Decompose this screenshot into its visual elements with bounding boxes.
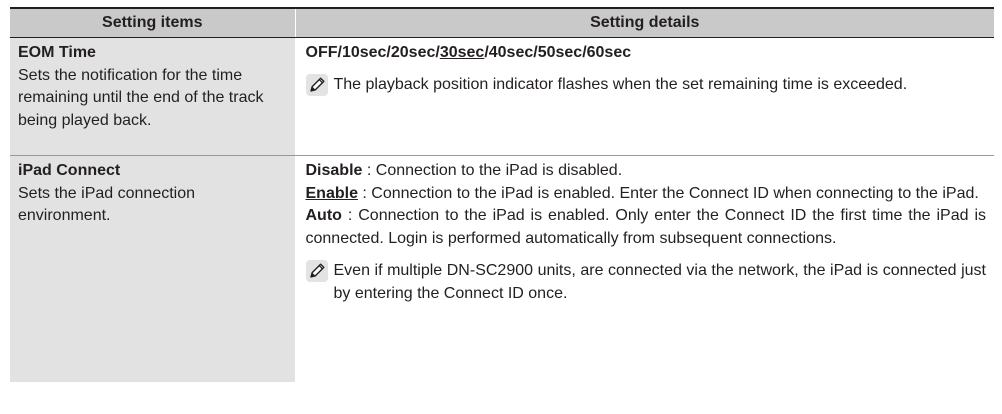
note: The playback position indicator flashes … — [305, 73, 987, 97]
default-option: 30sec — [439, 44, 485, 61]
table-row-eom-time: EOM Time Sets the notification for the t… — [10, 37, 994, 156]
option-name-default: Enable — [305, 184, 358, 202]
setting-title: EOM Time — [18, 44, 96, 61]
note: Even if multiple DN-SC2900 units, are co… — [305, 260, 987, 305]
setting-item-cell: iPad Connect Sets the iPad connection en… — [10, 155, 296, 382]
option-name: Disable — [305, 162, 363, 179]
setting-details-cell: Disable : Connection to the iPad is disa… — [295, 156, 994, 383]
header-setting-items: Setting items — [10, 7, 296, 38]
option-text: : Connection to the iPad is disabled. — [362, 162, 623, 179]
setting-description: Sets the notification for the time remai… — [18, 66, 264, 129]
pencil-note-icon — [305, 260, 328, 282]
setting-options: OFF/10sec/20sec/30sec/40sec/50sec/60sec — [306, 42, 987, 65]
header-setting-details: Setting details — [295, 7, 994, 38]
option-text: : Connection to the iPad is enabled. Ent… — [357, 184, 979, 202]
setting-item-cell: EOM Time Sets the notification for the t… — [10, 37, 296, 156]
setting-title: iPad Connect — [18, 162, 121, 179]
option-disable: Disable : Connection to the iPad is disa… — [306, 160, 987, 183]
pencil-note-icon — [305, 73, 328, 96]
note-text: The playback position indicator flashes … — [333, 75, 908, 93]
setting-details-cell: OFF/10sec/20sec/30sec/40sec/50sec/60sec … — [295, 37, 994, 156]
table-row-ipad-connect: iPad Connect Sets the iPad connection en… — [10, 155, 994, 383]
note-text: Even if multiple DN-SC2900 units, are co… — [333, 262, 987, 302]
option-text: : Connection to the iPad is enabled. Onl… — [305, 207, 987, 247]
options-before: OFF/10sec/20sec/ — [305, 44, 440, 61]
settings-table: Setting items Setting details EOM Time S… — [10, 7, 994, 382]
options-after: /40sec/50sec/60sec — [484, 44, 632, 61]
option-name: Auto — [305, 207, 342, 224]
option-enable: Enable : Connection to the iPad is enabl… — [306, 183, 987, 206]
option-auto: Auto : Connection to the iPad is enabled… — [306, 205, 987, 250]
setting-description: Sets the iPad connection environment. — [18, 184, 196, 225]
header-row: Setting items Setting details — [10, 7, 994, 38]
